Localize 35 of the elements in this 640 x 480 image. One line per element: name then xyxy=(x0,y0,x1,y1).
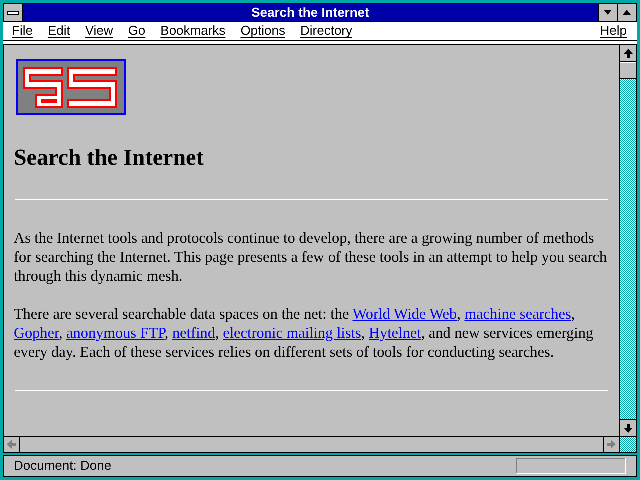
link[interactable]: netfind xyxy=(172,325,216,342)
status-text: Document: Done xyxy=(14,457,113,476)
up-triangle-icon xyxy=(623,10,631,15)
scroll-thumb[interactable] xyxy=(620,62,636,79)
page-heading: Search the Internet xyxy=(14,145,204,171)
link[interactable]: World Wide Web xyxy=(352,306,458,323)
menu-item[interactable]: Bookmarks xyxy=(160,21,226,41)
link[interactable]: electronic mailing lists xyxy=(223,325,362,342)
paragraph: As the Internet tools and protocols continue to develop, there are a growing number of methods for searching the Internet. This page presents a few of these tools in an attempt to help you search through this dynamic mesh. xyxy=(14,229,608,286)
menu-item[interactable]: Edit xyxy=(48,21,70,41)
menu-item[interactable]: File xyxy=(12,21,33,41)
dash-icon xyxy=(7,10,19,14)
up-arrow-icon xyxy=(624,48,632,58)
link[interactable]: machine searches xyxy=(464,306,572,323)
horizontal-scrollbar[interactable] xyxy=(4,437,619,452)
menu-item[interactable]: View xyxy=(85,21,114,41)
paragraph: There are several searchable data spaces on the net: the World Wide Web, machine searches, Gopher, anonymous FTP, netfind, electronic mailing lists, Hytelnet, and new services emerging every day. Each of these services relies on different sets of tools for conducting searches. xyxy=(14,305,595,362)
menu-item[interactable]: Options xyxy=(240,21,286,41)
menu-item[interactable]: Directory xyxy=(300,21,353,41)
link[interactable]: Hytelnet xyxy=(369,325,422,342)
menu-item[interactable]: Help xyxy=(600,21,627,41)
down-triangle-icon xyxy=(604,10,612,15)
link[interactable]: anonymous FTP xyxy=(66,325,165,342)
left-arrow-icon xyxy=(7,440,16,449)
link[interactable]: Gopher xyxy=(14,325,59,342)
minimize-button[interactable] xyxy=(598,4,617,21)
maximize-button[interactable] xyxy=(617,4,636,21)
right-arrow-icon xyxy=(607,440,616,449)
down-arrow-icon xyxy=(624,424,632,432)
vertical-scrollbar[interactable] xyxy=(619,45,636,436)
scroll-down-button[interactable] xyxy=(620,419,636,436)
scroll-up-button[interactable] xyxy=(620,45,636,62)
window-title: Search the Internet xyxy=(250,4,370,21)
system-menu-button[interactable] xyxy=(4,4,23,21)
menu-item[interactable]: Go xyxy=(128,21,146,41)
